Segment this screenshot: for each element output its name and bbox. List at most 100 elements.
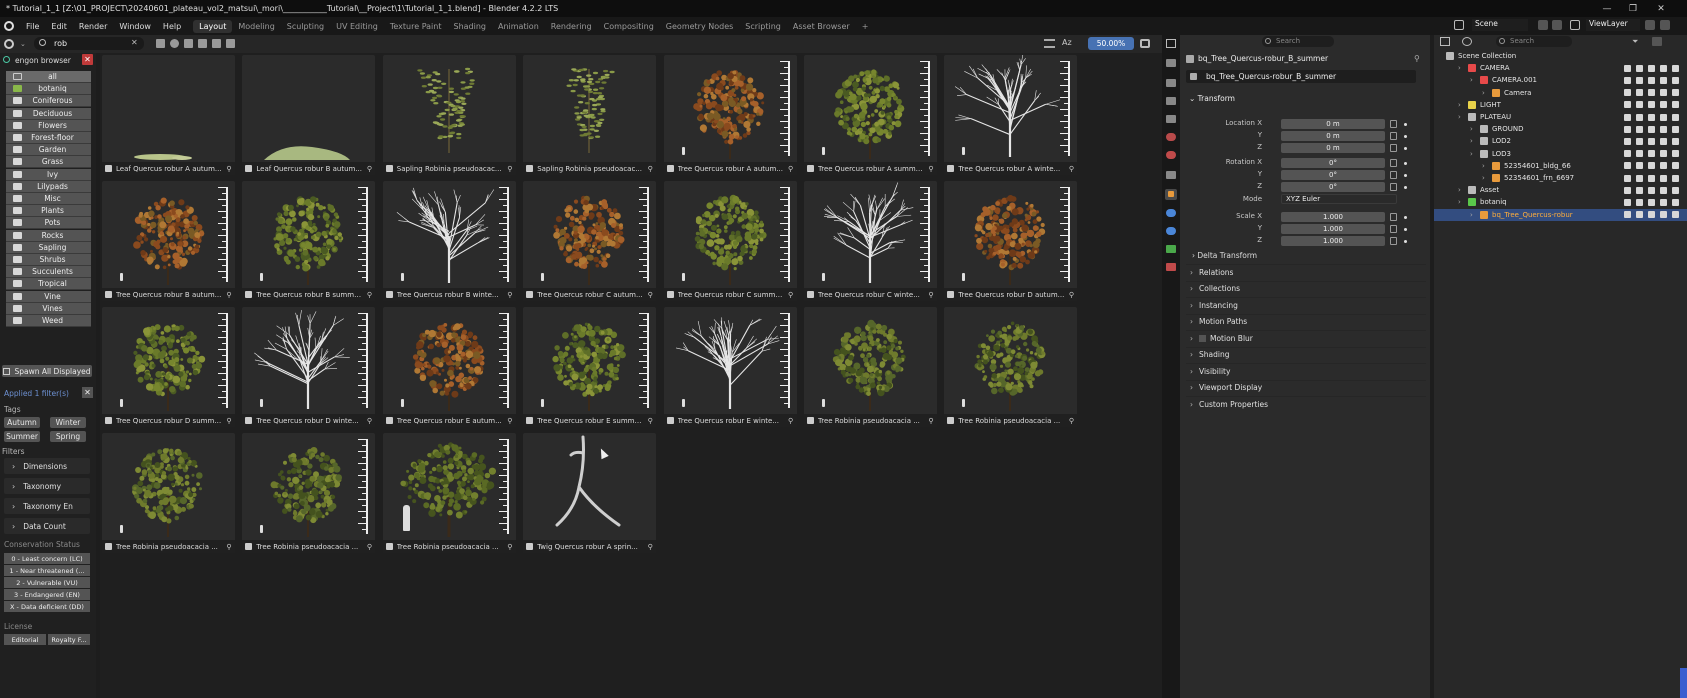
tag-autumn[interactable]: Autumn	[4, 417, 40, 428]
add-workspace-button[interactable]: +	[856, 20, 875, 33]
expand-icon[interactable]: ›	[1458, 101, 1466, 109]
outliner-row[interactable]: › CAMERA.001	[1434, 74, 1687, 86]
asset-tile[interactable]: Tree Quercus robur A autum... ⚲	[663, 55, 797, 175]
asset-tile[interactable]: Tree Quercus robur E summe... ⚲	[523, 307, 657, 427]
spawn-all-displayed-button[interactable]: Spawn All Displayed	[2, 365, 92, 377]
conservation-lc[interactable]: 0 - Least concern (LC)	[4, 553, 90, 564]
exclude-checkbox[interactable]	[1624, 101, 1631, 109]
keyframe-icon[interactable]	[1404, 186, 1407, 189]
category-item-pots[interactable]: Pots	[6, 217, 91, 230]
category-item-plants[interactable]: Plants	[6, 205, 91, 218]
delete-view-layer-icon[interactable]	[1660, 20, 1670, 30]
constraints-tab-icon[interactable]	[1166, 245, 1176, 253]
asset-details-icon[interactable]: ⚲	[1065, 417, 1077, 425]
tag-summer[interactable]: Summer	[4, 431, 40, 442]
exclude-checkbox[interactable]	[1624, 186, 1631, 194]
asset-details-icon[interactable]: ⚲	[644, 165, 656, 173]
asset-details-icon[interactable]: ⚲	[1065, 165, 1077, 173]
category-item-flowers[interactable]: Flowers	[6, 119, 91, 132]
exclude-checkbox[interactable]	[1624, 150, 1631, 158]
workspace-tab-sculpting[interactable]: Sculpting	[281, 20, 330, 33]
rotation-y-field[interactable]: 0°	[1281, 170, 1385, 180]
category-item-ivy[interactable]: Ivy	[6, 168, 91, 181]
object-name-input[interactable]: bq_Tree_Quercus-robur_B_summer	[1206, 72, 1336, 81]
category-item-misc[interactable]: Misc	[6, 193, 91, 205]
asset-details-icon[interactable]: ⚲	[644, 543, 656, 551]
viewport-icon[interactable]	[1660, 162, 1667, 170]
viewport-icon[interactable]	[1660, 198, 1667, 206]
section-instancing[interactable]: › Instancing	[1186, 297, 1426, 312]
category-item-lilypads[interactable]: Lilypads	[6, 180, 91, 193]
asset-details-icon[interactable]: ⚲	[363, 543, 375, 551]
asset-tile[interactable]: Tree Robinia pseudoacacia ... ⚲	[242, 433, 376, 553]
render-icon[interactable]	[1672, 113, 1679, 121]
viewport-icon[interactable]	[1660, 125, 1667, 133]
asset-tile[interactable]: Leaf Quercus robur A autum... ⚲	[102, 55, 235, 175]
exclude-checkbox[interactable]	[1624, 162, 1631, 170]
workspace-tab-compositing[interactable]: Compositing	[598, 20, 660, 33]
scene-selector[interactable]: Scene	[1472, 19, 1528, 31]
exclude-checkbox[interactable]	[1624, 76, 1631, 84]
viewport-icon[interactable]	[1660, 211, 1667, 219]
transform-header[interactable]: ⌄ Transform	[1189, 94, 1235, 103]
select-icon[interactable]	[1636, 198, 1643, 206]
motion-blur-checkbox[interactable]	[1199, 334, 1206, 342]
asset-tile[interactable]: Tree Robinia pseudoacacia ... ⚲	[944, 307, 1078, 427]
asset-details-icon[interactable]: ⚲	[363, 165, 375, 173]
location-x-field[interactable]: 0 m	[1281, 119, 1385, 129]
pin-icon[interactable]: ⚲	[1414, 54, 1420, 63]
eye-icon[interactable]	[1648, 89, 1655, 97]
license-royalty-free[interactable]: Royalty F...	[48, 634, 90, 645]
exclude-checkbox[interactable]	[1624, 125, 1631, 133]
scene-tab-icon[interactable]	[1166, 133, 1176, 141]
workspace-tab-geometry-nodes[interactable]: Geometry Nodes	[660, 20, 739, 33]
select-icon[interactable]	[1636, 174, 1643, 182]
render-icon[interactable]	[1672, 174, 1679, 182]
asset-tile[interactable]: Tree Quercus robur C winte... ⚲	[804, 181, 937, 301]
clear-filters-button[interactable]: ✕	[82, 387, 93, 398]
expand-icon[interactable]: ›	[1458, 198, 1466, 206]
eye-icon[interactable]	[1648, 76, 1655, 84]
expand-icon[interactable]: ›	[1470, 137, 1478, 145]
lock-icon[interactable]	[1390, 225, 1397, 233]
asset-checkbox[interactable]	[666, 291, 674, 298]
asset-checkbox[interactable]	[947, 165, 955, 172]
outliner-row[interactable]: › LOD2	[1434, 135, 1687, 147]
zoom-slider[interactable]: 50.00%	[1088, 37, 1134, 50]
workspace-tab-asset-browser[interactable]: Asset Browser	[787, 20, 856, 33]
asset-details-icon[interactable]: ⚲	[223, 417, 235, 425]
asset-tile[interactable]: Tree Quercus robur C autum... ⚲	[523, 181, 657, 301]
asset-details-icon[interactable]: ⚲	[223, 165, 235, 173]
render-icon[interactable]	[1672, 198, 1679, 206]
keyframe-icon[interactable]	[1404, 147, 1407, 150]
viewport-icon[interactable]	[1660, 76, 1667, 84]
asset-tile[interactable]: Tree Quercus robur B summe... ⚲	[242, 181, 376, 301]
asset-tile[interactable]: Tree Robinia pseudoacacia ... ⚲	[382, 433, 516, 553]
category-item-weed[interactable]: Weed	[6, 315, 91, 327]
asset-tile[interactable]: Leaf Quercus robur B autum... ⚲	[242, 55, 376, 175]
expand-icon[interactable]: ›	[1482, 89, 1490, 97]
section-motion-paths[interactable]: › Motion Paths	[1186, 313, 1426, 329]
filter-all-icon[interactable]	[156, 39, 165, 48]
select-icon[interactable]	[1636, 162, 1643, 170]
location-y-field[interactable]: 0 m	[1281, 131, 1385, 141]
expand-icon[interactable]: ›	[1482, 174, 1490, 182]
category-item-rocks[interactable]: Rocks	[6, 229, 91, 242]
viewport-icon[interactable]	[1660, 64, 1667, 72]
asset-checkbox[interactable]	[385, 165, 393, 172]
rotation-z-field[interactable]: 0°	[1281, 182, 1385, 192]
viewport-icon[interactable]	[1660, 101, 1667, 109]
keyframe-icon[interactable]	[1404, 228, 1407, 231]
physics-tab-icon[interactable]	[1166, 227, 1176, 235]
lock-icon[interactable]	[1390, 171, 1397, 179]
asset-checkbox[interactable]	[526, 165, 534, 172]
eye-icon[interactable]	[1648, 64, 1655, 72]
view-layer-tab-icon[interactable]	[1166, 115, 1176, 123]
asset-details-icon[interactable]: ⚲	[223, 291, 235, 299]
asset-tile[interactable]: Sapling Robinia pseudoacac... ⚲	[523, 55, 657, 175]
asset-tile[interactable]: Tree Quercus robur D summe... ⚲	[102, 307, 235, 427]
asset-details-icon[interactable]: ⚲	[504, 417, 516, 425]
keyframe-icon[interactable]	[1404, 162, 1407, 165]
asset-tile[interactable]: Tree Quercus robur B winte... ⚲	[382, 181, 516, 301]
expand-icon[interactable]: ›	[1470, 76, 1478, 84]
